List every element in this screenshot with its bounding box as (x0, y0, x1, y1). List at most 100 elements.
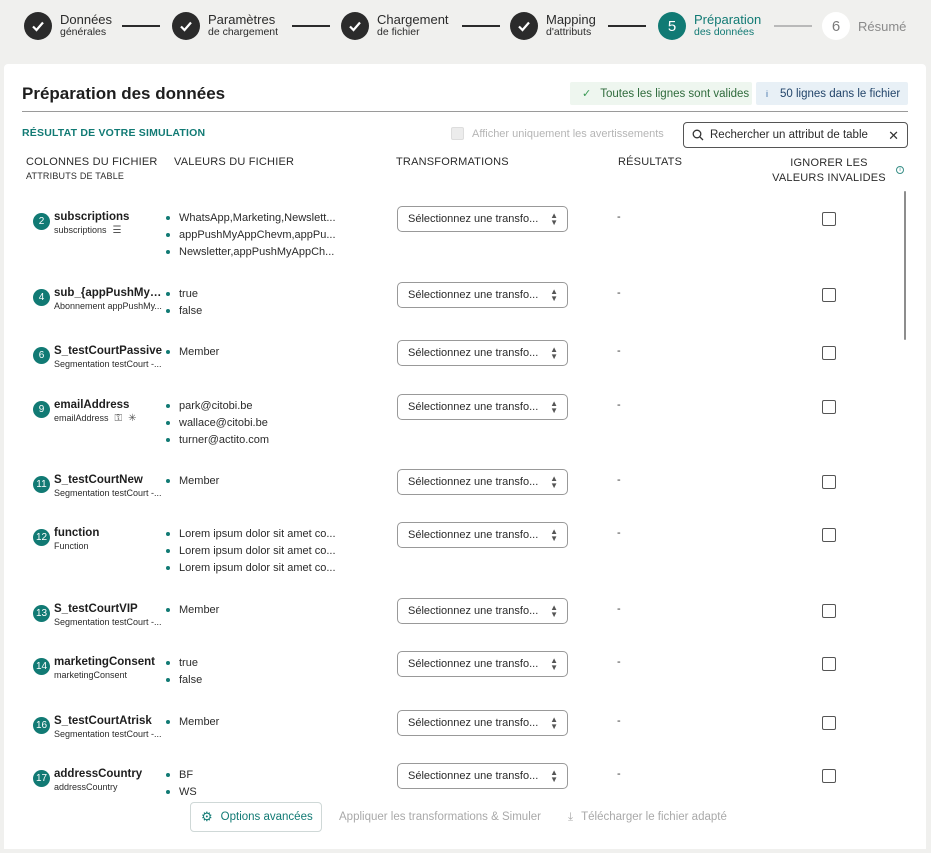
step-number: 5 (658, 12, 686, 40)
list-icon: ☰ (112, 225, 122, 237)
warnings-only-checkbox[interactable] (451, 127, 464, 140)
file-column-name: S_testCourtPassive (54, 345, 163, 357)
step-summary[interactable]: 6 Résumé (822, 11, 906, 41)
file-value: true (166, 656, 346, 673)
clear-search-icon[interactable]: ✕ (888, 128, 899, 144)
step-sublabel: générales (60, 26, 107, 38)
column-header-transformations: TRANSFORMATIONS (396, 156, 509, 168)
result-value: - (617, 603, 621, 615)
asterisk-icon: ✳ (128, 413, 137, 425)
key-icon: ⚿ (114, 413, 123, 425)
transformation-select-value: Sélectionnez une transfo... (408, 401, 539, 413)
column-number-badge: 11 (33, 476, 50, 493)
file-value: BF (166, 768, 346, 785)
result-value: - (617, 715, 621, 727)
advanced-options-label: Options avancées (220, 811, 313, 823)
column-number-badge: 2 (33, 213, 50, 230)
transformation-select[interactable]: Sélectionnez une transfo... ▲ ▼ (397, 469, 568, 495)
stepper: Données générales Paramètres de chargement… (0, 0, 931, 52)
ignore-heading-line1: IGNORER LES (790, 157, 868, 169)
gear-icon: ⚙ (201, 809, 213, 824)
chevron-updown-icon: ▲ ▼ (550, 603, 558, 619)
transformation-select[interactable]: Sélectionnez une transfo... ▲ ▼ (397, 710, 568, 736)
file-column-name: addressCountry (54, 768, 143, 780)
result-value: - (617, 287, 621, 299)
advanced-options-button[interactable]: ⚙ Options avancées (190, 802, 322, 832)
ignore-invalid-checkbox[interactable] (822, 769, 836, 783)
warnings-only-toggle[interactable]: Afficher uniquement les avertissements (451, 127, 664, 140)
transformation-select-value: Sélectionnez une transfo... (408, 476, 539, 488)
transformation-select[interactable]: Sélectionnez une transfo... ▲ ▼ (397, 340, 568, 366)
search-input[interactable] (710, 129, 880, 141)
ignore-invalid-checkbox[interactable] (822, 288, 836, 302)
file-value: Lorem ipsum dolor sit amet co... (166, 527, 346, 544)
info-icon: i (766, 88, 768, 99)
check-icon (341, 12, 369, 40)
chevron-updown-icon: ▲ ▼ (550, 474, 558, 490)
chevron-updown-icon: ▲ ▼ (550, 715, 558, 731)
ignore-invalid-checkbox[interactable] (822, 212, 836, 226)
file-column-name: S_testCourtVIP (54, 603, 138, 615)
column-number-badge: 12 (33, 529, 50, 546)
file-values-list: Lorem ipsum dolor sit amet co... Lorem ip… (166, 527, 346, 578)
table-attribute-label: Segmentation testCourt -... (54, 729, 162, 739)
file-value: park@citobi.be (166, 399, 346, 416)
transformation-select[interactable]: Sélectionnez une transfo... ▲ ▼ (397, 598, 568, 624)
transformation-select[interactable]: Sélectionnez une transfo... ▲ ▼ (397, 651, 568, 677)
ignore-invalid-checkbox[interactable] (822, 604, 836, 618)
transformation-select[interactable]: Sélectionnez une transfo... ▲ ▼ (397, 763, 568, 789)
result-value: - (617, 527, 621, 539)
transformation-select[interactable]: Sélectionnez une transfo... ▲ ▼ (397, 522, 568, 548)
valid-lines-badge: ✓ Toutes les lignes sont valides (570, 82, 752, 105)
file-value: Member (166, 603, 346, 620)
column-number-badge: 13 (33, 605, 50, 622)
file-value: true (166, 287, 346, 304)
file-values-list: park@citobi.be wallace@citobi.be turner@ac… (166, 399, 346, 450)
table-attribute-name: Segmentation testCourt -... (54, 729, 166, 739)
step-number: 6 (822, 12, 850, 40)
file-value: false (166, 304, 346, 321)
step-connector (462, 25, 500, 27)
step-general-data[interactable]: Données générales (24, 11, 112, 41)
ignore-invalid-checkbox[interactable] (822, 716, 836, 730)
attribute-search[interactable]: ✕ (683, 122, 908, 148)
file-values-list: WhatsApp,Marketing,Newslett... appPushMyA… (166, 211, 346, 262)
download-label: Télécharger le fichier adapté (581, 811, 727, 823)
lines-count-badge: i 50 lignes dans le fichier (756, 82, 908, 105)
table-attribute-name: marketingConsent (54, 670, 127, 680)
table-attribute-name: addressCountry (54, 782, 118, 792)
ignore-invalid-checkbox[interactable] (822, 346, 836, 360)
step-load-settings[interactable]: Paramètres de chargement (172, 11, 278, 41)
column-number-badge: 4 (33, 289, 50, 306)
ignore-invalid-checkbox[interactable] (822, 400, 836, 414)
file-column-name: emailAddress (54, 399, 130, 411)
ignore-invalid-checkbox[interactable] (822, 475, 836, 489)
table-attribute-label: marketingConsent (54, 670, 128, 680)
step-attribute-mapping[interactable]: Mapping d'attributs (510, 11, 596, 41)
file-values-list: Member (166, 603, 346, 620)
ignore-invalid-checkbox[interactable] (822, 657, 836, 671)
scrollbar[interactable] (904, 191, 906, 340)
transformation-select-value: Sélectionnez une transfo... (408, 658, 539, 670)
info-icon[interactable]: i (896, 166, 904, 174)
table-attribute-label: Segmentation testCourt -... (54, 359, 162, 369)
ignore-invalid-checkbox[interactable] (822, 528, 836, 542)
step-file-upload[interactable]: Chargement de fichier (341, 11, 449, 41)
table-attribute-name: Segmentation testCourt -... (54, 617, 166, 627)
column-header-file-values: VALEURS DU FICHIER (174, 156, 295, 168)
transformation-select[interactable]: Sélectionnez une transfo... ▲ ▼ (397, 206, 568, 232)
transformation-select-value: Sélectionnez une transfo... (408, 770, 539, 782)
apply-simulate-button[interactable]: Appliquer les transformations & Simuler (339, 811, 541, 823)
file-value: WhatsApp,Marketing,Newslett... (166, 211, 346, 228)
transformation-select[interactable]: Sélectionnez une transfo... ▲ ▼ (397, 394, 568, 420)
step-connector (122, 25, 160, 27)
table-attribute-label: subscriptions (54, 225, 107, 235)
column-header-results: RÉSULTATS (618, 156, 683, 168)
step-connector (292, 25, 330, 27)
transformation-select[interactable]: Sélectionnez une transfo... ▲ ▼ (397, 282, 568, 308)
step-data-preparation[interactable]: 5 Préparation des données (658, 11, 761, 41)
file-value: wallace@citobi.be (166, 416, 346, 433)
table-attribute-label: Function (54, 541, 89, 551)
download-adapted-file-button[interactable]: ⤓ Télécharger le fichier adapté (568, 811, 727, 824)
result-value: - (617, 399, 621, 411)
